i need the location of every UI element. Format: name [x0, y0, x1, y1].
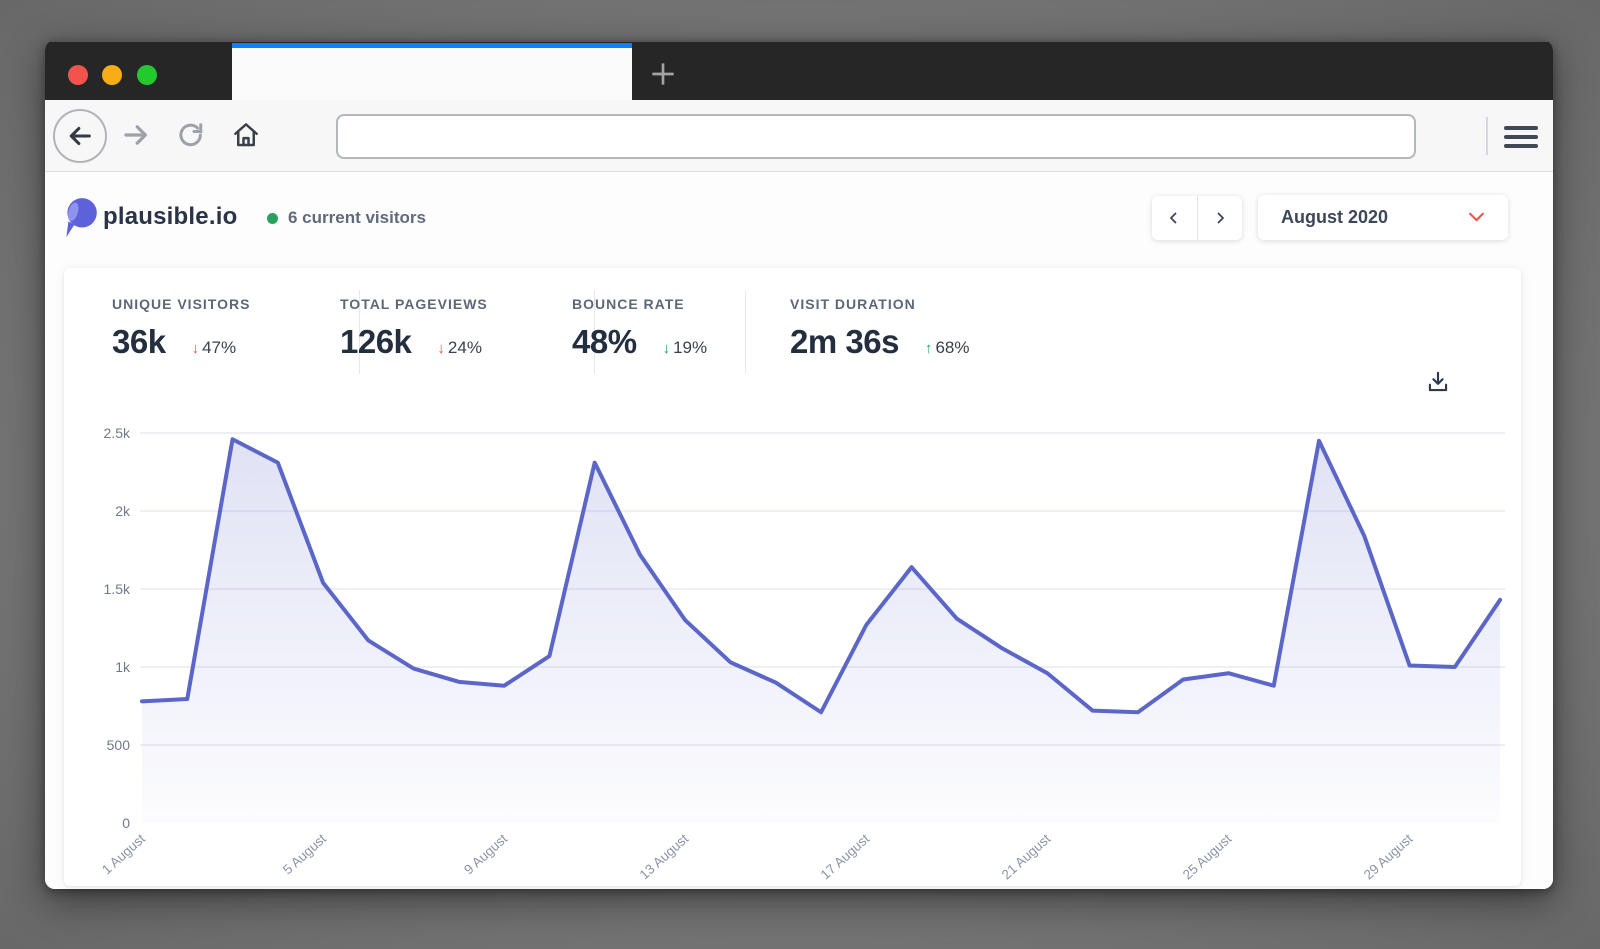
trend-arrow-icon: ↓: [437, 340, 445, 357]
plus-icon: [647, 58, 679, 90]
browser-titlebar: [45, 40, 1553, 100]
svg-text:17 August: 17 August: [818, 831, 873, 882]
forward-arrow-icon: [121, 120, 151, 150]
stat-divider: [745, 290, 746, 374]
current-visitors: 6 current visitors: [267, 208, 426, 228]
svg-text:29 August: 29 August: [1361, 831, 1416, 882]
plausible-logo-icon: [62, 196, 98, 243]
stat-change: ↑68%: [925, 338, 970, 358]
chevron-right-icon: [1212, 210, 1228, 226]
date-range-dropdown[interactable]: August 2020: [1258, 195, 1508, 240]
browser-tab[interactable]: [232, 43, 632, 102]
close-window-button[interactable]: [68, 65, 88, 85]
svg-text:25 August: 25 August: [1180, 831, 1235, 882]
chevron-down-icon: [1468, 212, 1485, 223]
svg-text:5 August: 5 August: [280, 831, 329, 877]
hamburger-icon: [1504, 126, 1538, 130]
new-tab-button[interactable]: [643, 54, 683, 92]
reload-icon: [176, 120, 206, 150]
svg-text:2k: 2k: [115, 503, 131, 519]
next-period-button[interactable]: [1198, 196, 1243, 240]
period-pager: [1152, 196, 1242, 240]
svg-text:0: 0: [122, 815, 130, 831]
stats-row: UNIQUE VISITORS 36k ↓47% TOTAL PAGEVIEWS…: [64, 268, 1521, 378]
svg-text:9 August: 9 August: [461, 831, 510, 877]
stat-label: VISIT DURATION: [790, 296, 969, 312]
stat-value: 48%: [572, 323, 637, 361]
svg-text:21 August: 21 August: [999, 831, 1054, 882]
menu-button[interactable]: [1504, 126, 1538, 148]
home-button[interactable]: [231, 120, 263, 152]
forward-button[interactable]: [121, 120, 153, 152]
svg-text:2.5k: 2.5k: [104, 425, 131, 441]
svg-text:1.5k: 1.5k: [104, 581, 131, 597]
reload-button[interactable]: [176, 120, 208, 152]
stat-change: ↓47%: [192, 338, 237, 358]
dashboard-header: plausible.io 6 current visitors August 2…: [45, 172, 1553, 268]
minimize-window-button[interactable]: [102, 65, 122, 85]
stat-label: UNIQUE VISITORS: [112, 296, 250, 312]
stat-value: 126k: [340, 323, 411, 361]
svg-text:13 August: 13 August: [637, 831, 692, 882]
stat-visit-duration: VISIT DURATION 2m 36s ↑68%: [790, 296, 969, 361]
live-dot-icon: [267, 213, 278, 224]
stat-bounce-rate: BOUNCE RATE 48% ↓19%: [572, 296, 707, 361]
site-name: plausible.io: [103, 203, 237, 231]
browser-window: plausible.io 6 current visitors August 2…: [45, 40, 1553, 889]
download-icon: [1424, 368, 1452, 396]
home-icon: [231, 120, 261, 150]
url-bar: [336, 114, 1416, 159]
stat-change: ↓24%: [437, 338, 482, 358]
analytics-card: UNIQUE VISITORS 36k ↓47% TOTAL PAGEVIEWS…: [64, 268, 1521, 886]
stat-label: TOTAL PAGEVIEWS: [340, 296, 488, 312]
svg-text:1k: 1k: [115, 659, 131, 675]
navbar-divider: [1486, 117, 1488, 155]
stat-value: 36k: [112, 323, 166, 361]
current-visitors-label: 6 current visitors: [288, 208, 426, 228]
previous-period-button[interactable]: [1152, 196, 1198, 240]
stat-value: 2m 36s: [790, 323, 899, 361]
svg-text:1 August: 1 August: [99, 831, 148, 877]
stat-label: BOUNCE RATE: [572, 296, 707, 312]
download-report-button[interactable]: [1424, 368, 1454, 398]
stat-total-pageviews: TOTAL PAGEVIEWS 126k ↓24%: [340, 296, 488, 361]
trend-arrow-icon: ↓: [663, 340, 671, 357]
plausible-dashboard: plausible.io 6 current visitors August 2…: [45, 172, 1553, 889]
trend-arrow-icon: ↑: [925, 340, 933, 357]
svg-text:500: 500: [107, 737, 131, 753]
visitors-chart: 0 500 1k 1.5k 2k 2.5k 1 August 5 August 9 August…: [64, 400, 1521, 886]
trend-arrow-icon: ↓: [192, 340, 200, 357]
url-input[interactable]: [338, 116, 1414, 157]
stat-change: ↓19%: [663, 338, 708, 358]
browser-navbar: [45, 100, 1553, 172]
chevron-left-icon: [1166, 210, 1182, 226]
back-arrow-icon: [66, 122, 94, 150]
stat-unique-visitors: UNIQUE VISITORS 36k ↓47%: [112, 296, 250, 361]
date-range-label: August 2020: [1281, 207, 1388, 228]
maximize-window-button[interactable]: [137, 65, 157, 85]
back-button[interactable]: [53, 109, 107, 163]
